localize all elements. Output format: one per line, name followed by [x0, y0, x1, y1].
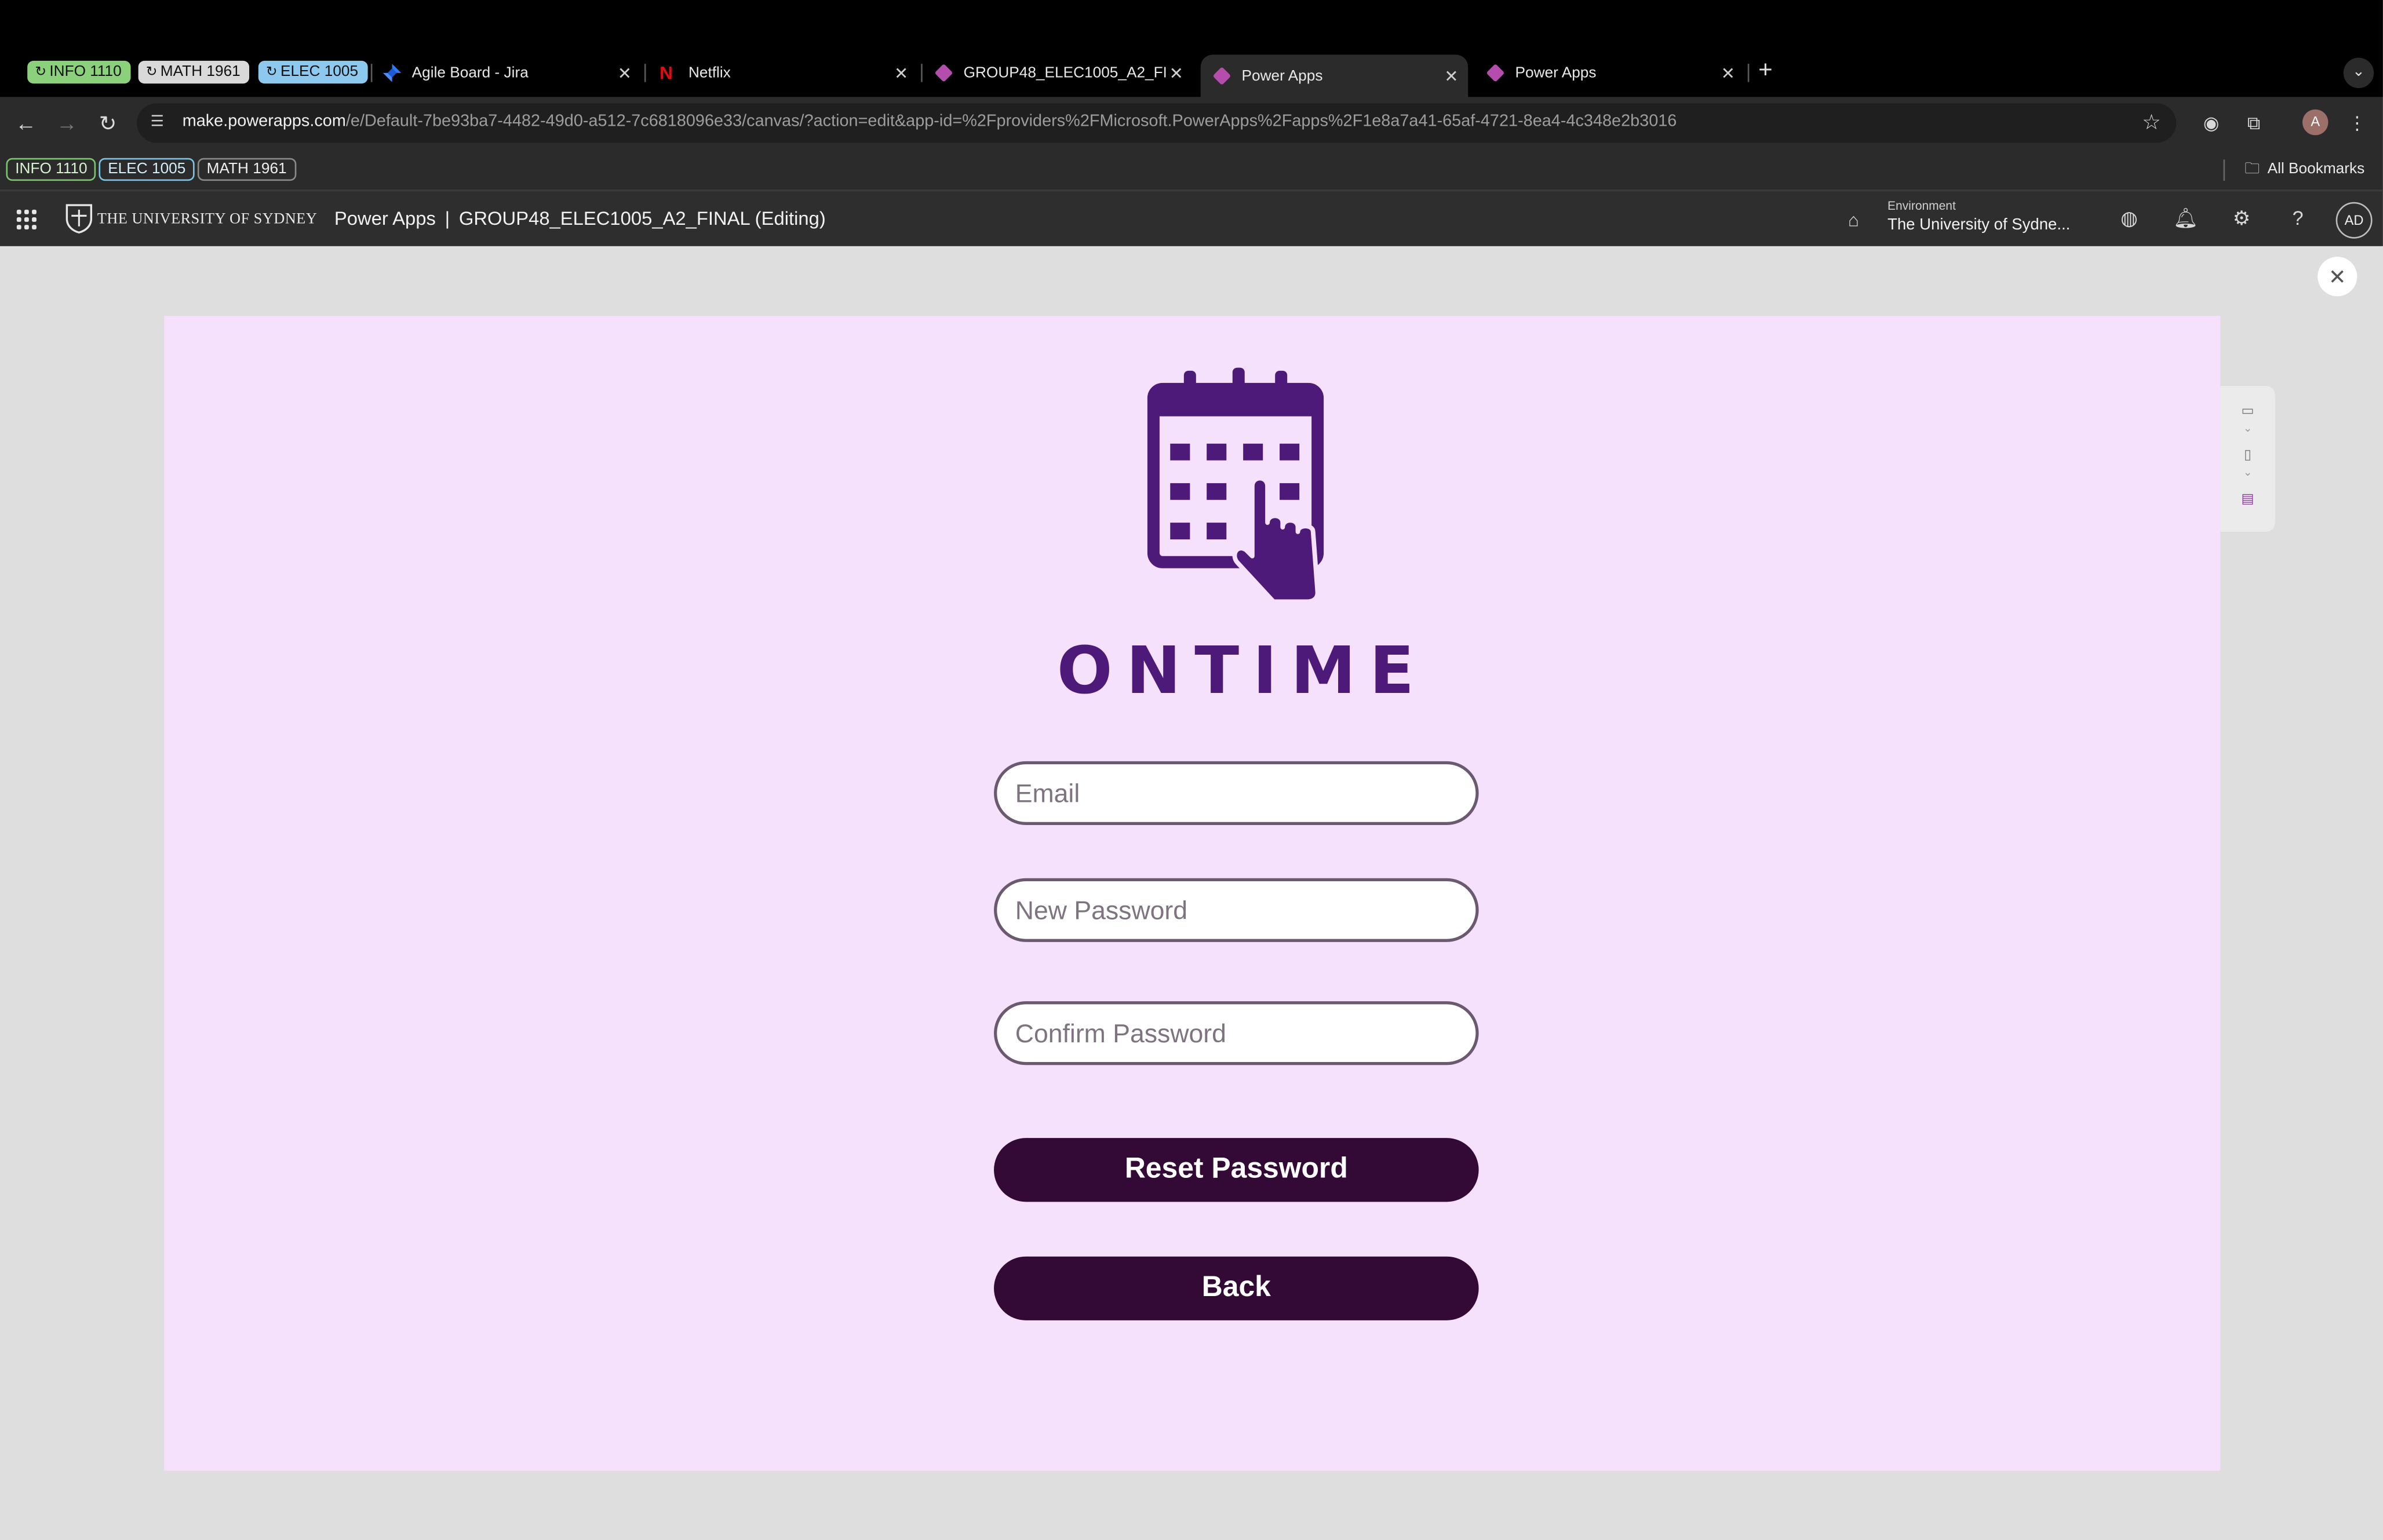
- back-arrow-icon[interactable]: ←: [12, 110, 39, 137]
- close-icon[interactable]: ✕: [1165, 63, 1187, 82]
- power-apps-icon: [1486, 63, 1505, 82]
- chevron-down-icon[interactable]: ⌄: [2239, 421, 2257, 439]
- site-settings-icon[interactable]: ☰: [151, 114, 169, 132]
- close-preview-icon[interactable]: ✕: [2318, 257, 2358, 297]
- environment-value[interactable]: The University of Sydne...: [1888, 216, 2070, 233]
- extension-icon[interactable]: ◉: [2199, 111, 2224, 135]
- email-placeholder: Email: [1015, 779, 1080, 809]
- calendar-touch-icon: [1147, 367, 1324, 602]
- power-apps-icon: [934, 63, 953, 82]
- app-launcher-icon[interactable]: [16, 209, 38, 231]
- tab-separator: [1747, 64, 1750, 82]
- tab-group48-app[interactable]: GROUP48_ELEC1005_A2_FINAL ✕: [934, 58, 1187, 88]
- all-bookmarks[interactable]: 🗀 All Bookmarks: [2244, 158, 2364, 181]
- bookmarks-bar: INFO 1110 ELEC 1005 MATH 1961 🗀 All Bookm…: [0, 148, 2383, 190]
- group-sync-icon: ↻: [145, 64, 158, 79]
- phone-icon[interactable]: ▯: [2239, 445, 2257, 463]
- tab-group-info1110[interactable]: ↻ INFO 1110: [27, 60, 131, 84]
- notifications-bell-icon[interactable]: 🔔︎: [2173, 207, 2198, 231]
- new-password-field[interactable]: New Password: [994, 878, 1479, 942]
- reset-password-button[interactable]: Reset Password: [994, 1138, 1479, 1202]
- tablet-icon[interactable]: ▭: [2239, 401, 2257, 419]
- bookmark-info1110[interactable]: INFO 1110: [6, 158, 97, 181]
- reload-icon[interactable]: ↻: [94, 110, 122, 137]
- device-switcher: ▭ ⌄ ▯ ⌄ ▤: [2220, 386, 2275, 532]
- environment-icon[interactable]: ⌂: [1848, 210, 1859, 231]
- address-url: make.powerapps.com/e/Default-7be93ba7-44…: [182, 112, 1677, 131]
- bookmark-math1961[interactable]: MATH 1961: [197, 158, 296, 181]
- bookmarks-separator: [2223, 159, 2225, 181]
- tab-group-elec1005[interactable]: ↻ ELEC 1005: [258, 60, 367, 84]
- user-avatar[interactable]: AD: [2335, 202, 2373, 239]
- bookmark-elec1005[interactable]: ELEC 1005: [99, 158, 195, 181]
- tab-group-math1961[interactable]: ↻ MATH 1961: [138, 60, 250, 84]
- chevron-down-icon[interactable]: ⌄: [2239, 465, 2257, 483]
- settings-gear-icon[interactable]: ⚙: [2229, 207, 2254, 231]
- app-title: Power Apps | GROUP48_ELEC1005_A2_FINAL (Ed…: [334, 208, 826, 229]
- group-sync-icon: ↻: [35, 64, 47, 79]
- browser-tab-strip: ↻ INFO 1110 ↻ MATH 1961 ↻ ELEC 1005 Agile B…: [0, 0, 2383, 97]
- new-password-placeholder: New Password: [1015, 896, 1188, 926]
- brand-wordmark: ONTIME: [1056, 633, 1428, 710]
- browser-menu-icon[interactable]: ⋮: [2345, 111, 2369, 135]
- address-bar[interactable]: ☰ make.powerapps.com/e/Default-7be93ba7-…: [137, 103, 2177, 143]
- environment-label: Environment: [1888, 199, 1956, 213]
- close-icon[interactable]: ✕: [614, 63, 635, 82]
- email-field[interactable]: Email: [994, 761, 1479, 825]
- help-icon[interactable]: ?: [2286, 207, 2310, 231]
- power-apps-icon: [1212, 67, 1231, 86]
- profile-avatar[interactable]: A: [2302, 109, 2329, 136]
- back-button[interactable]: Back: [994, 1256, 1479, 1320]
- tab-separator: [370, 64, 373, 82]
- jira-icon: [382, 64, 402, 82]
- tab-netflix[interactable]: N Netflix ✕: [659, 58, 912, 88]
- app-canvas: ONTIME Email New Password Confirm Passwo…: [164, 316, 2221, 1471]
- forward-arrow-icon[interactable]: →: [53, 110, 81, 137]
- university-crest-icon: [65, 204, 93, 233]
- tab-power-apps-active[interactable]: Power Apps ✕: [1200, 54, 1469, 97]
- tab-jira[interactable]: Agile Board - Jira ✕: [382, 58, 635, 88]
- close-icon[interactable]: ✕: [1717, 63, 1739, 82]
- confirm-password-placeholder: Confirm Password: [1015, 1019, 1226, 1049]
- university-name[interactable]: THE UNIVERSITY OF SYDNEY: [97, 211, 317, 228]
- bookmark-star-icon[interactable]: ☆: [2142, 110, 2161, 136]
- tab-separator: [921, 64, 923, 82]
- tab-separator: [644, 64, 646, 82]
- close-icon[interactable]: ✕: [1441, 66, 1462, 86]
- tab-power-apps[interactable]: Power Apps ✕: [1486, 58, 1739, 88]
- tab-search-icon[interactable]: ⌄: [2343, 57, 2374, 89]
- netflix-icon: N: [659, 62, 673, 84]
- folder-icon: 🗀: [2244, 160, 2260, 178]
- new-tab-icon[interactable]: +: [1758, 59, 1773, 83]
- extensions-puzzle-icon[interactable]: ⧉: [2242, 111, 2266, 135]
- group-sync-icon: ↻: [265, 64, 278, 79]
- browser-toolbar: ← → ↻ ☰ make.powerapps.com/e/Default-7be…: [0, 97, 2383, 149]
- web-layout-icon[interactable]: ▤: [2239, 489, 2257, 507]
- close-icon[interactable]: ✕: [891, 63, 912, 82]
- copilot-icon[interactable]: ◍: [2117, 207, 2141, 231]
- power-apps-header: THE UNIVERSITY OF SYDNEY Power Apps | GROU…: [0, 189, 2383, 246]
- confirm-password-field[interactable]: Confirm Password: [994, 1001, 1479, 1065]
